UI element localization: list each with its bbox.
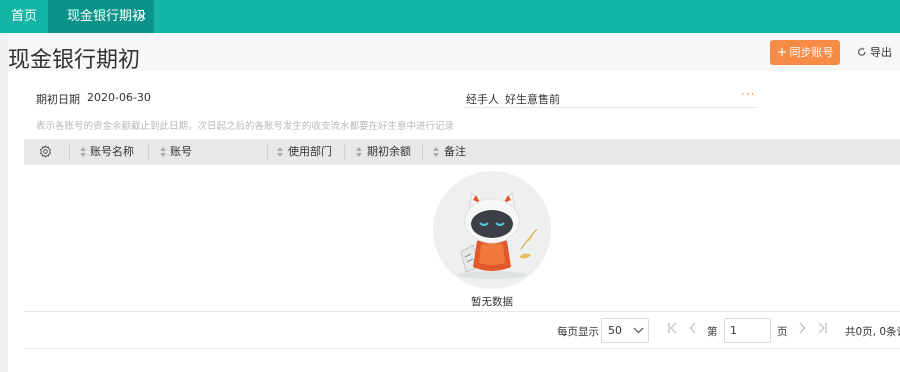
- page-title: 现金银行期初: [8, 48, 141, 73]
- plus-icon: +: [776, 45, 788, 60]
- sort-icon[interactable]: [277, 147, 283, 157]
- chevron-down-icon: [633, 327, 644, 334]
- empty-state-illustration: [433, 171, 551, 289]
- sort-icon[interactable]: [356, 147, 362, 157]
- date-hint: 表示各账号的资金余额截止到此日期，次日起之后的各账号发生的收支流水都要在好生意中…: [36, 121, 455, 132]
- bottom-divider: [24, 348, 900, 349]
- column-separator: [422, 144, 423, 160]
- per-page-select[interactable]: 50: [601, 318, 649, 343]
- per-page-label: 每页显示: [557, 326, 599, 338]
- col-department[interactable]: 使用部门: [288, 139, 332, 165]
- export-icon: [858, 47, 866, 56]
- empty-state-text: 暂无数据: [471, 296, 513, 308]
- last-page-icon[interactable]: [817, 322, 827, 334]
- sync-account-label: 同步账号: [789, 46, 834, 59]
- col-account-number[interactable]: 账号: [170, 139, 192, 165]
- export-label: 导出: [870, 46, 892, 59]
- export-button[interactable]: 导出: [857, 40, 892, 65]
- first-page-icon[interactable]: [668, 322, 678, 334]
- opening-date-label: 期初日期: [36, 93, 80, 106]
- handler-value[interactable]: 好生意售前: [505, 91, 560, 107]
- column-separator: [69, 144, 70, 160]
- page-suffix: 页: [777, 326, 788, 338]
- col-account-name[interactable]: 账号名称: [90, 139, 134, 165]
- gear-icon[interactable]: [39, 145, 52, 158]
- top-tab-bar: 首页 现金银行期初 ×: [0, 0, 900, 33]
- per-page-value: 50: [608, 324, 622, 337]
- page-number-input[interactable]: [724, 318, 771, 343]
- mascot-icon: [458, 192, 538, 279]
- sort-icon[interactable]: [160, 147, 166, 157]
- column-separator: [267, 144, 268, 160]
- next-page-icon[interactable]: [798, 322, 806, 334]
- col-remarks[interactable]: 备注: [444, 139, 466, 165]
- column-separator: [344, 144, 345, 160]
- sync-account-button[interactable]: + 同步账号: [770, 40, 840, 65]
- sort-icon[interactable]: [433, 147, 439, 157]
- pagination-summary: 共0页, 0条记: [845, 326, 900, 338]
- table-header: 账号名称 账号 使用部门 期初余额 备注: [24, 139, 900, 165]
- tab-label: 现金银行期初: [67, 9, 146, 24]
- col-opening-balance[interactable]: 期初余额: [367, 139, 411, 165]
- more-options-icon[interactable]: ···: [741, 87, 755, 101]
- page-prefix: 第: [707, 326, 718, 338]
- handler-label: 经手人: [466, 93, 499, 106]
- column-separator: [148, 144, 149, 160]
- handler-underline: [464, 107, 756, 108]
- opening-date-value[interactable]: 2020-06-30: [87, 91, 151, 104]
- table-footer-divider: [24, 311, 900, 312]
- close-icon[interactable]: ×: [137, 0, 147, 33]
- prev-page-icon[interactable]: [689, 322, 697, 334]
- left-gutter: [0, 33, 8, 372]
- tab-home[interactable]: 首页: [0, 0, 48, 33]
- sort-icon[interactable]: [80, 147, 86, 157]
- tab-cash-bank-opening[interactable]: 现金银行期初 ×: [48, 0, 154, 33]
